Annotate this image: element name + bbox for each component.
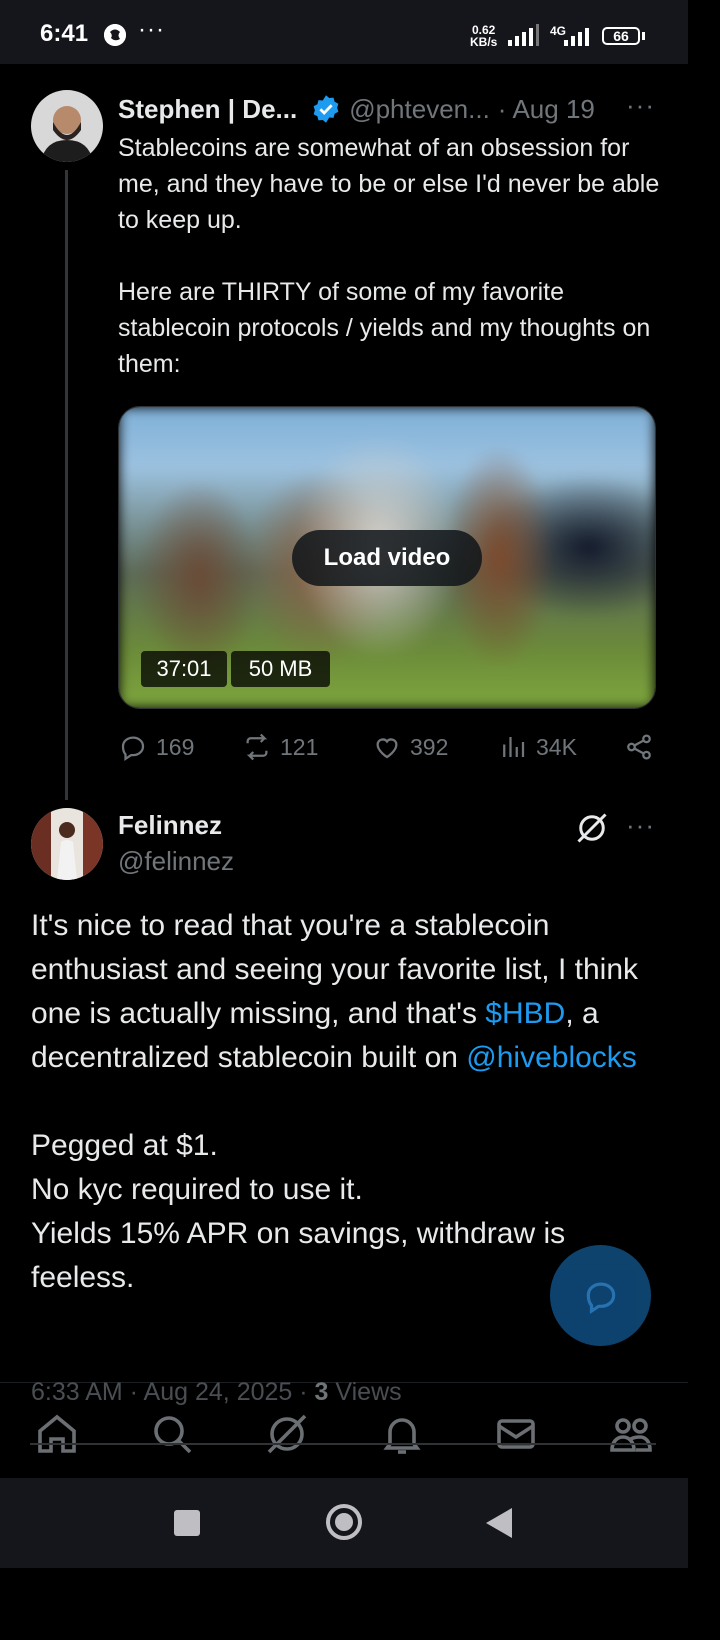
home-icon (38, 1414, 76, 1453)
reply-count: 169 (156, 733, 195, 760)
reply-more-button[interactable]: ··· (626, 810, 655, 841)
grok-icon[interactable] (574, 810, 610, 846)
tab-home[interactable] (33, 1410, 81, 1458)
signal-icon-2 (564, 28, 589, 46)
tweet-date[interactable]: Aug 19 (512, 94, 594, 125)
tweet-text: Stablecoins are somewhat of an obsession… (118, 130, 663, 382)
grok-icon (267, 1414, 307, 1454)
network-speed: 0.62 KB/s (470, 24, 497, 48)
views-chart-icon (503, 737, 525, 757)
system-nav-bar (0, 1478, 688, 1568)
tweet-text-paragraph-2: Here are THIRTY of some of my favorite s… (118, 278, 651, 378)
tab-messages[interactable] (492, 1410, 540, 1458)
bell-icon (383, 1418, 421, 1454)
author-handle[interactable]: @phteven... (349, 94, 490, 125)
cashtag-link[interactable]: $HBD (485, 997, 565, 1030)
like-action[interactable]: 392 (372, 732, 448, 762)
video-size-badge: 50 MB (231, 651, 330, 687)
reply-author-avatar[interactable] (31, 808, 103, 880)
video-duration-badge: 37:01 (141, 651, 227, 687)
app-notification-icon (104, 24, 126, 46)
battery-icon: 66 (602, 27, 640, 45)
battery-level: 66 (613, 28, 629, 44)
heart-icon (376, 738, 398, 759)
tab-search[interactable] (148, 1410, 196, 1458)
reply-line-pegged: Pegged at $1. (31, 1129, 218, 1162)
tab-notifications[interactable] (378, 1410, 426, 1458)
views-action[interactable]: 34K (498, 732, 577, 762)
status-time: 6:41 (40, 20, 89, 47)
back-icon[interactable] (484, 1506, 514, 1540)
mention-link[interactable]: @hiveblocks (466, 1041, 637, 1074)
status-more-dots: ··· (138, 16, 165, 43)
thread-line (65, 170, 68, 800)
reply-icon (121, 736, 145, 761)
share-action[interactable] (624, 732, 654, 762)
network-speed-unit: KB/s (470, 35, 498, 49)
compose-reply-fab[interactable] (550, 1245, 651, 1346)
tweet-text-paragraph-1: Stablecoins are somewhat of an obsession… (118, 134, 660, 234)
communities-icon (610, 1418, 652, 1452)
mail-icon (497, 1419, 535, 1449)
header-separator: · (497, 93, 507, 124)
tab-communities[interactable] (607, 1410, 655, 1458)
views-count: 34K (536, 733, 577, 760)
search-icon (154, 1416, 192, 1454)
share-icon (627, 734, 651, 760)
retweet-action[interactable]: 121 (242, 732, 318, 762)
tweet-actions: 169 121 392 34K (118, 732, 663, 768)
reply-text: It's nice to read that you're a stableco… (31, 904, 661, 1300)
author-name[interactable]: Stephen | De... (118, 94, 297, 125)
retweet-count: 121 (280, 733, 319, 760)
battery-tip (642, 32, 645, 40)
tab-bar-indicator-line (30, 1443, 656, 1445)
recents-icon[interactable] (172, 1508, 202, 1538)
tweet-more-button[interactable]: ··· (626, 90, 655, 121)
reply-line-kyc: No kyc required to use it. (31, 1173, 363, 1206)
author-avatar[interactable] (31, 90, 103, 162)
reply-text-paragraph: It's nice to read that you're a stableco… (31, 904, 661, 1080)
like-count: 392 (410, 733, 449, 760)
bottom-tab-bar (0, 1400, 688, 1478)
status-bar: 6:41 ··· 0.62 KB/s 4G 66 (0, 0, 688, 64)
reply-action[interactable]: 169 (118, 732, 194, 762)
signal-icon (508, 24, 539, 46)
home-nav-icon[interactable] (324, 1502, 364, 1542)
verified-badge-icon (313, 95, 339, 123)
retweet-icon (246, 733, 268, 761)
reply-author-handle[interactable]: @felinnez (118, 846, 234, 877)
reply-author-name[interactable]: Felinnez (118, 810, 222, 841)
reply-fab-icon (586, 1282, 616, 1315)
tweet-header: Stephen | De... @phteven... · Aug 19 (118, 92, 595, 126)
load-video-button[interactable]: Load video (292, 530, 482, 586)
tab-grok[interactable] (263, 1410, 311, 1458)
